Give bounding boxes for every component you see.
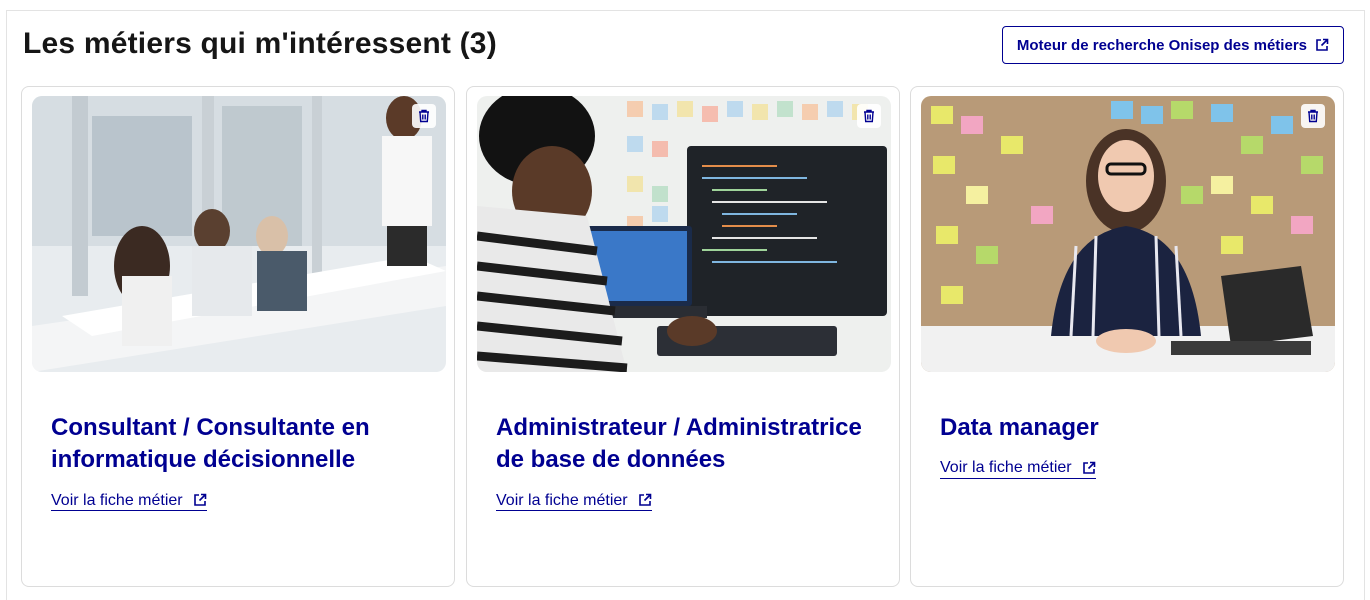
job-title-text: Administrateur / Administratrice de base…	[496, 414, 862, 474]
onisep-search-button[interactable]: Moteur de recherche Onisep des métiers	[1001, 26, 1344, 64]
job-sheet-link[interactable]: Voir la fiche métier	[51, 491, 207, 511]
job-title-text: Data manager	[940, 414, 1099, 441]
job-title: Administrateur / Administratrice de base…	[496, 412, 876, 514]
data-manager-photo	[921, 96, 1335, 372]
trash-icon	[419, 109, 429, 123]
job-sheet-link-label: Voir la fiche métier	[51, 491, 183, 509]
external-link-icon	[638, 494, 651, 507]
trash-icon	[1308, 109, 1318, 123]
job-sheet-link-label: Voir la fiche métier	[940, 459, 1072, 477]
developer-photo	[477, 96, 891, 372]
search-button-label: Moteur de recherche Onisep des métiers	[1016, 36, 1307, 54]
job-card: Data manager Voir la fiche métier	[910, 86, 1344, 587]
job-card: Consultant / Consultante en informatique…	[21, 86, 455, 587]
job-sheet-link-label: Voir la fiche métier	[496, 491, 628, 509]
favorite-jobs-section: Les métiers qui m'intéressent (3) Moteur…	[6, 10, 1365, 600]
trash-icon	[864, 109, 874, 123]
job-title: Data manager Voir la fiche métier	[940, 412, 1320, 482]
job-sheet-link[interactable]: Voir la fiche métier	[940, 458, 1096, 479]
section-title: Les métiers qui m'intéressent (3)	[23, 27, 497, 60]
external-link-icon	[193, 494, 206, 507]
job-sheet-link[interactable]: Voir la fiche métier	[496, 491, 652, 511]
job-card: Administrateur / Administratrice de base…	[466, 86, 900, 587]
delete-button[interactable]	[1301, 104, 1325, 128]
external-link-icon	[1316, 38, 1329, 51]
delete-button[interactable]	[412, 104, 436, 128]
delete-button[interactable]	[857, 104, 881, 128]
job-title: Consultant / Consultante en informatique…	[51, 412, 431, 514]
external-link-icon	[1082, 461, 1095, 474]
meeting-photo	[32, 96, 446, 372]
job-title-text: Consultant / Consultante en informatique…	[51, 414, 370, 474]
